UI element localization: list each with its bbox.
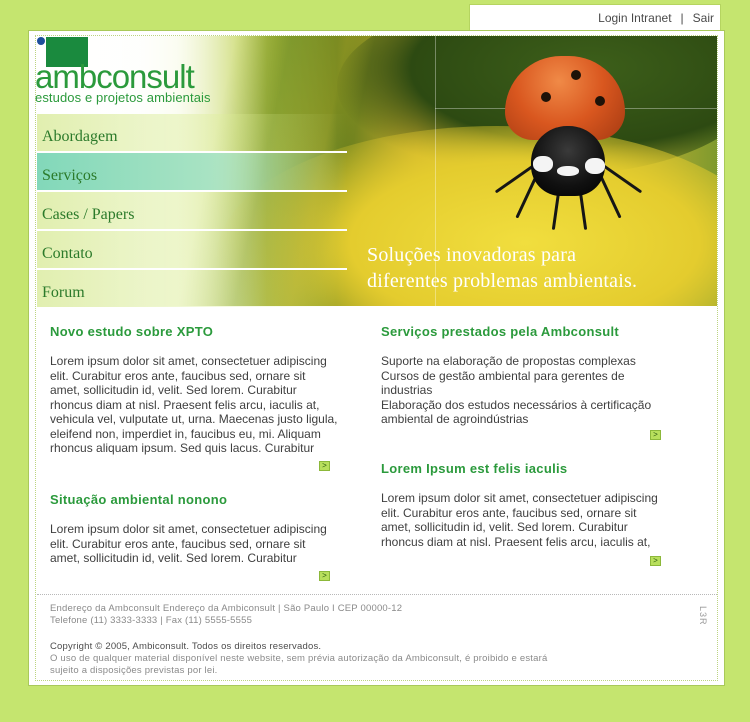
section-body: Suporte na elaboração de propostas compl… [381,354,677,427]
section-title[interactable]: Serviços prestados pela Ambconsult [381,324,677,339]
body-line: eleifend non, imperdiet in, faucibus eu,… [50,426,321,441]
body-line: Lorem ipsum dolor sit amet, consectetuer… [381,491,658,505]
services-section: Serviços prestados pela Ambconsult Supor… [381,324,677,427]
footer-notice-1: O uso de qualquer material disponível ne… [50,653,548,664]
main-nav: Abordagem Serviços Cases / Papers Contat… [37,114,347,309]
nav-item-label: Abordagem [42,128,118,145]
nav-item-abordagem[interactable]: Abordagem [37,114,347,153]
ladybug-image [477,56,647,246]
body-line: Cursos de gestão ambiental para gerentes… [381,368,625,383]
more-arrow-button[interactable]: > [650,556,661,566]
body-line: elit. Curabitur eros ante, faucibus sed,… [381,505,637,520]
footer-divider [37,594,717,595]
utility-bar: Login Intranet | Sair [469,4,721,31]
nav-item-label: Serviços [42,167,98,184]
utility-separator: | [680,11,684,25]
body-line: amet, sollicitudin id, velit. Sed lorem.… [50,383,297,397]
footer-phone: Telefone (11) 3333-3333 | Fax (11) 5555-… [50,615,253,626]
body-line: rhoncus diam at nisl. Praesent felis arc… [381,534,651,549]
body-line: amet, sollicitudin id, velit. Sed lorem.… [381,520,628,534]
footer-address: Endereço da Ambconsult Endereço da Ambic… [50,603,403,614]
section-body: Lorem ipsum dolor sit amet, consectetuer… [50,354,346,456]
banner-tagline: Soluções inovadoras para diferentes prob… [367,242,707,294]
body-line: rhoncus aliquam ipsum. Sed quis lacus. C… [50,441,315,455]
tagline-line-2: diferentes problemas ambientais. [367,270,638,292]
nav-item-label: Forum [42,284,85,301]
body-line: Lorem ipsum dolor sit amet, consectetuer… [50,354,327,368]
section-body: Lorem ipsum dolor sit amet, consectetuer… [50,522,346,566]
nav-item-label: Contato [42,245,93,262]
section-title[interactable]: Novo estudo sobre XPTO [50,324,346,339]
body-line: rhoncus diam at nisl. Praesent felis arc… [50,397,320,412]
more-arrow-button[interactable]: > [650,430,661,440]
body-line: ambiental de agroindústrias [381,412,529,426]
body-line: elit. Curabitur eros ante, faucibus sed,… [50,536,306,551]
more-arrow-button[interactable]: > [319,571,330,581]
logo-subtitle: estudos e projetos ambientais [35,90,211,105]
body-line: vehicula vel, vulputate ut, urna. Maecen… [50,412,338,426]
more-arrow-button[interactable]: > [319,461,330,471]
footer-copyright: Copyright © 2005, Ambiconsult. Todos os … [50,641,322,652]
ambconsult-logo[interactable]: ambconsult estudos e projetos ambientais [35,36,235,108]
news-section-1: Novo estudo sobre XPTO Lorem ipsum dolor… [50,324,346,456]
login-intranet-link[interactable]: Login Intranet [598,11,671,25]
section-title[interactable]: Lorem Ipsum est felis iaculis [381,461,677,476]
section-body: Lorem ipsum dolor sit amet, consectetuer… [381,491,677,549]
tagline-line-1: Soluções inovadoras para [367,244,577,266]
news-section-2: Situação ambiental nonono Lorem ipsum do… [50,492,346,566]
section-title[interactable]: Situação ambiental nonono [50,492,346,507]
nav-item-servicos[interactable]: Serviços [37,153,347,192]
body-line: industrias [381,383,433,397]
lorem-section: Lorem Ipsum est felis iaculis Lorem ipsu… [381,461,677,549]
nav-item-forum[interactable]: Forum [37,270,347,309]
designer-badge[interactable]: L3R [698,606,708,626]
body-line: amet, sollicitudin id, velit. Sed lorem.… [50,551,297,565]
nav-item-cases-papers[interactable]: Cases / Papers [37,192,347,231]
nav-item-contato[interactable]: Contato [37,231,347,270]
body-line: elit. Curabitur eros ante, faucibus sed,… [50,368,306,383]
logo-dot-icon [37,37,45,45]
logout-link[interactable]: Sair [693,11,714,25]
footer-notice-2: sujeito a disposições previstas por lei. [50,665,218,676]
body-line: Suporte na elaboração de propostas compl… [381,354,636,368]
nav-item-label: Cases / Papers [42,206,135,223]
body-line: Lorem ipsum dolor sit amet, consectetuer… [50,522,327,536]
footer: Endereço da Ambconsult Endereço da Ambic… [50,603,690,677]
body-line: Elaboração dos estudos necessários à cer… [381,397,652,412]
